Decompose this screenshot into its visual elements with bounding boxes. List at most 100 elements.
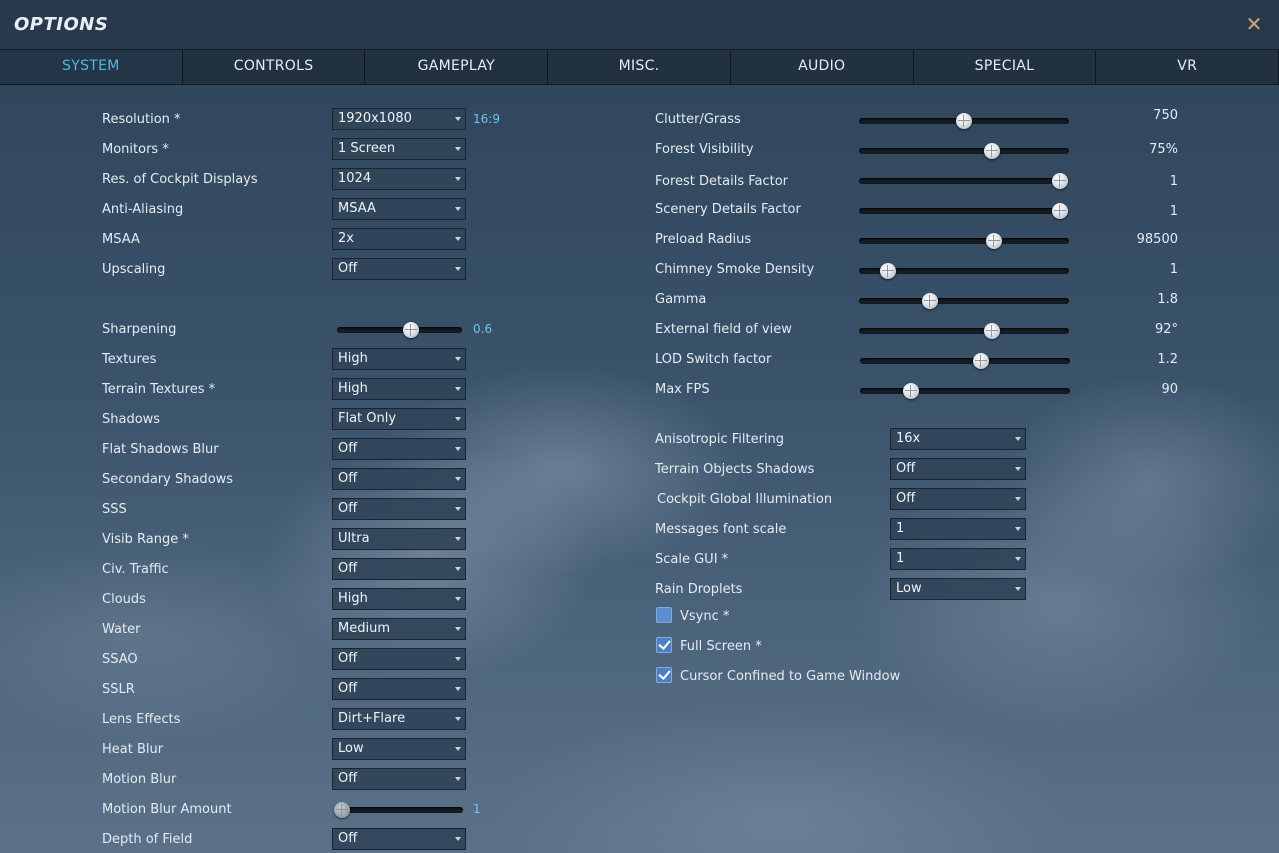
slider-knob[interactable] (880, 263, 896, 279)
clouds-label: Clouds (102, 592, 146, 607)
lod-switch-slider[interactable] (860, 352, 1070, 370)
motion-blur-amount-label: Motion Blur Amount (102, 802, 232, 817)
forest-visibility-slider[interactable] (859, 142, 1069, 160)
rain-droplets-select[interactable]: Low (890, 578, 1026, 600)
gamma-slider[interactable] (859, 292, 1069, 310)
anisotropic-select[interactable]: 16x (890, 428, 1026, 450)
upscaling-select[interactable]: Off (332, 258, 466, 280)
slider-knob[interactable] (986, 233, 1002, 249)
tab-system[interactable]: SYSTEM (0, 50, 183, 84)
flat-shadows-blur-select[interactable]: Off (332, 438, 466, 460)
lens-effects-select[interactable]: Dirt+Flare (332, 708, 466, 730)
anti-aliasing-select[interactable]: MSAA (332, 198, 466, 220)
slider-knob[interactable] (984, 143, 1000, 159)
terrain-obj-shadows-select[interactable]: Off (890, 458, 1026, 480)
scenery-details-slider[interactable] (859, 202, 1068, 220)
heat-blur-select[interactable]: Low (332, 738, 466, 760)
tab-gameplay[interactable]: GAMEPLAY (365, 50, 549, 84)
slider-knob[interactable] (403, 322, 419, 338)
msaa-select[interactable]: 2x (332, 228, 466, 250)
scale-gui-select[interactable]: 1 (890, 548, 1026, 570)
motion-blur-value: Off (338, 771, 358, 786)
terrain-textures-select[interactable]: High (332, 378, 466, 400)
ssao-label: SSAO (102, 652, 138, 667)
cockpit-displays-select[interactable]: 1024 (332, 168, 466, 190)
tab-vr[interactable]: VR (1096, 50, 1279, 84)
ssao-select[interactable]: Off (332, 648, 466, 670)
close-icon[interactable]: ✕ (1243, 12, 1265, 36)
slider-knob[interactable] (922, 293, 938, 309)
chevron-down-icon (455, 387, 461, 391)
chimney-smoke-slider[interactable] (859, 262, 1069, 280)
monitors-value: 1 Screen (338, 141, 396, 156)
visib-range-select[interactable]: Ultra (332, 528, 466, 550)
external-fov-value: 92° (1154, 322, 1178, 337)
chevron-down-icon (1015, 497, 1021, 501)
slider-knob[interactable] (973, 353, 989, 369)
forest-details-slider[interactable] (859, 172, 1068, 190)
full-screen-label: Full Screen * (680, 639, 762, 654)
motion-blur-amount-slider[interactable] (334, 801, 463, 819)
chevron-down-icon (455, 237, 461, 241)
resolution-value: 1920x1080 (338, 111, 412, 126)
chevron-down-icon (455, 177, 461, 181)
chevron-down-icon (455, 597, 461, 601)
resolution-select[interactable]: 1920x1080 (332, 108, 466, 130)
cockpit-displays-label: Res. of Cockpit Displays (102, 172, 258, 187)
tab-misc[interactable]: MISC. (548, 50, 731, 84)
clutter-slider[interactable] (859, 112, 1069, 130)
water-select[interactable]: Medium (332, 618, 466, 640)
monitors-select[interactable]: 1 Screen (332, 138, 466, 160)
forest-visibility-label: Forest Visibility (655, 142, 754, 157)
sss-select[interactable]: Off (332, 498, 466, 520)
anisotropic-value: 16x (896, 431, 921, 446)
chevron-down-icon (1015, 557, 1021, 561)
preload-radius-label: Preload Radius (655, 232, 752, 247)
sslr-label: SSLR (102, 682, 135, 697)
lod-switch-label: LOD Switch factor (655, 352, 772, 367)
civ-traffic-select[interactable]: Off (332, 558, 466, 580)
terrain-obj-shadows-value: Off (896, 461, 916, 476)
sslr-select[interactable]: Off (332, 678, 466, 700)
shadows-select[interactable]: Flat Only (332, 408, 466, 430)
terrain-obj-shadows-label: Terrain Objects Shadows (655, 462, 815, 477)
civ-traffic-label: Civ. Traffic (102, 562, 169, 577)
secondary-shadows-select[interactable]: Off (332, 468, 466, 490)
slider-knob[interactable] (1052, 203, 1068, 219)
scenery-details-label: Scenery Details Factor (655, 202, 801, 217)
chevron-down-icon (1015, 467, 1021, 471)
cockpit-gi-select[interactable]: Off (890, 488, 1026, 510)
depth-of-field-select[interactable]: Off (332, 828, 466, 850)
cursor-confined-checkbox[interactable] (656, 667, 672, 683)
external-fov-slider[interactable] (859, 322, 1069, 340)
vsync-checkbox[interactable] (656, 607, 672, 623)
slider-knob[interactable] (903, 383, 919, 399)
max-fps-slider[interactable] (860, 382, 1070, 400)
tab-special[interactable]: SPECIAL (914, 50, 1097, 84)
slider-knob[interactable] (956, 113, 972, 129)
slider-knob[interactable] (334, 802, 350, 818)
preload-radius-slider[interactable] (859, 232, 1069, 250)
shadows-value: Flat Only (338, 411, 397, 426)
slider-knob[interactable] (1052, 173, 1068, 189)
full-screen-checkbox[interactable] (656, 637, 672, 653)
textures-select[interactable]: High (332, 348, 466, 370)
chevron-down-icon (1015, 437, 1021, 441)
tab-audio[interactable]: AUDIO (731, 50, 914, 84)
tab-controls[interactable]: CONTROLS (183, 50, 366, 84)
slider-knob[interactable] (984, 323, 1000, 339)
chevron-down-icon (455, 207, 461, 211)
ssao-value: Off (338, 651, 358, 666)
chevron-down-icon (455, 447, 461, 451)
sharpening-slider[interactable] (337, 321, 462, 339)
messages-font-select[interactable]: 1 (890, 518, 1026, 540)
heat-blur-label: Heat Blur (102, 742, 164, 757)
clutter-label: Clutter/Grass (655, 112, 741, 127)
motion-blur-label: Motion Blur (102, 772, 177, 787)
sslr-value: Off (338, 681, 358, 696)
messages-font-value: 1 (896, 521, 905, 536)
clouds-select[interactable]: High (332, 588, 466, 610)
motion-blur-select[interactable]: Off (332, 768, 466, 790)
chevron-down-icon (455, 777, 461, 781)
terrain-textures-value: High (338, 381, 368, 396)
